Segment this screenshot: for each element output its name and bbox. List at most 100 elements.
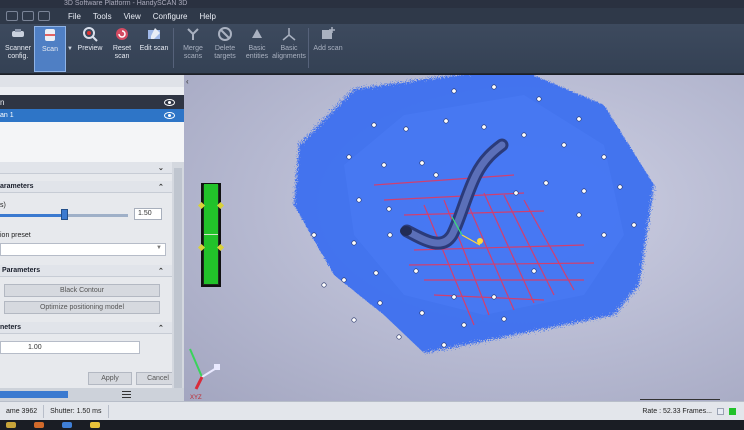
merge-scans-icon: [185, 26, 201, 42]
slider-label: s): [0, 202, 6, 209]
scan-render: [294, 75, 654, 353]
frame-counter: ame 3962: [0, 404, 45, 418]
preview-button[interactable]: Preview: [74, 26, 106, 72]
shutter-readout: Shutter: 1.50 ms: [44, 404, 109, 418]
meter-center-line: [204, 234, 218, 235]
reset-scan-button[interactable]: Reset scan: [106, 26, 138, 72]
black-contour-button[interactable]: Black Contour: [4, 284, 160, 297]
menu-bar: File Tools View Configure Help: [0, 8, 744, 24]
preview-label: Preview: [77, 45, 103, 52]
visibility-eye-icon[interactable]: [164, 98, 175, 106]
basic-alignments-icon: [281, 26, 297, 42]
basic-entities-label: Basic entities: [245, 45, 269, 60]
optimize-positioning-button[interactable]: Optimize positioning model: [4, 301, 160, 314]
basic-alignments-button[interactable]: Basic alignments: [272, 26, 306, 72]
merge-scans-label: Merge scans: [183, 45, 203, 60]
menu-view[interactable]: View: [118, 12, 147, 21]
basic-entities-button[interactable]: Basic entities: [241, 26, 273, 72]
taskbar-app-icon[interactable]: [6, 422, 16, 428]
scanner-config-button[interactable]: Scanner config.: [2, 26, 34, 72]
basic-alignments-label: Basic alignments: [272, 45, 306, 60]
chevron-up-icon: ⌃: [158, 324, 164, 332]
section-parameters-3-label: neters: [0, 324, 22, 331]
tree-item-session[interactable]: n: [0, 95, 184, 109]
window-title: 3D Software Platform - HandySCAN 3D: [0, 0, 744, 8]
visibility-eye-icon[interactable]: [164, 112, 175, 119]
add-scan-icon: [320, 26, 336, 42]
chevron-down-icon: ▼: [156, 245, 162, 251]
edit-scan-icon: [146, 26, 162, 42]
panel-footer: [0, 388, 184, 401]
reset-scan-label: Reset scan: [112, 45, 132, 60]
slider-fill: [0, 214, 64, 217]
os-taskbar: [0, 420, 744, 430]
collapsed-section[interactable]: ⌄: [0, 162, 172, 174]
scan-label: Scan: [42, 46, 58, 53]
toolbar-separator: [173, 28, 174, 68]
panel-scrollbar[interactable]: [172, 162, 184, 398]
section-parameters[interactable]: arameters ⌃: [0, 181, 172, 193]
tree-item-scan-1[interactable]: an 1: [0, 109, 184, 122]
reset-scan-icon: [114, 26, 130, 42]
scanner-config-label: Scanner config.: [4, 45, 32, 60]
chevron-down-icon: ⌄: [158, 164, 164, 172]
panel-header: [0, 75, 184, 87]
slider-handle[interactable]: [61, 209, 68, 220]
parameters-area: ⌄ arameters ⌃ s) 1.50 ion preset ▼ Param…: [0, 162, 180, 398]
save-icon[interactable]: [6, 11, 18, 21]
scan-icon: [42, 27, 58, 43]
scan-button[interactable]: Scan: [34, 26, 66, 72]
progress-bar: [0, 391, 68, 398]
3d-viewport[interactable]: ‹ XYZ: [184, 75, 744, 401]
scan-panel: n an 1 ⌄ arameters ⌃ s) 1.50 ion preset …: [0, 75, 184, 401]
edit-scan-button[interactable]: Edit scan: [138, 26, 170, 72]
status-indicator: [717, 407, 724, 415]
shutter-spinbox[interactable]: 1.50: [134, 208, 162, 220]
scanner-config-icon: [10, 26, 26, 42]
preset-dropdown[interactable]: ▼: [0, 243, 166, 256]
merge-scans-button[interactable]: Merge scans: [177, 26, 209, 72]
edit-scan-label: Edit scan: [139, 45, 169, 52]
taskbar-app-icon[interactable]: [90, 422, 100, 428]
taskbar-app-icon[interactable]: [34, 422, 44, 428]
frame-rate-readout: Rate : 52.33 Frames...: [642, 407, 712, 415]
quick-access-toolbar: [0, 11, 62, 21]
scan-dropdown-icon[interactable]: ▼: [66, 26, 74, 72]
toolbar-separator: [308, 28, 309, 68]
list-icon[interactable]: [122, 391, 131, 398]
status-bar: ame 3962 Shutter: 1.50 ms Rate : 52.33 F…: [0, 401, 744, 420]
tree-item-session-label: n: [0, 97, 5, 107]
undo-icon[interactable]: [22, 11, 34, 21]
add-scan-button[interactable]: Add scan: [312, 26, 344, 72]
apply-button[interactable]: Apply: [88, 372, 132, 385]
preset-label: ion preset: [0, 232, 31, 239]
taskbar-app-icon[interactable]: [62, 422, 72, 428]
basic-entities-icon: [249, 26, 265, 42]
ribbon-toolbar: Scanner config. Scan ▼ Preview Reset sca…: [0, 24, 744, 74]
delete-targets-button[interactable]: Delete targets: [209, 26, 241, 72]
delete-targets-label: Delete targets: [214, 45, 236, 60]
section-parameters-3[interactable]: neters ⌃: [0, 322, 172, 334]
menu-help[interactable]: Help: [193, 12, 221, 21]
status-indicator-green: [729, 407, 736, 415]
redo-icon[interactable]: [38, 11, 50, 21]
menu-configure[interactable]: Configure: [147, 12, 194, 21]
scan-distance-meter: [197, 183, 225, 287]
menu-tools[interactable]: Tools: [87, 12, 118, 21]
section-parameters-2[interactable]: Parameters ⌃: [0, 265, 172, 277]
section-parameters-label: arameters: [0, 183, 34, 190]
tree-item-scan-1-label: an 1: [0, 112, 14, 119]
status-right: Rate : 52.33 Frames...: [642, 407, 744, 415]
scale-bar: [640, 399, 720, 400]
add-scan-label: Add scan: [313, 45, 343, 52]
scrollbar-thumb[interactable]: [174, 168, 182, 394]
chevron-up-icon: ⌃: [158, 183, 164, 191]
chevron-up-icon: ⌃: [158, 267, 164, 275]
section-parameters-2-label: Parameters: [2, 267, 41, 274]
delete-targets-icon: [217, 26, 233, 42]
value-field[interactable]: 1.00: [0, 341, 140, 354]
preview-icon: [82, 26, 98, 42]
axes-gizmo: [189, 348, 220, 390]
tree-empty-area: [0, 122, 184, 162]
menu-file[interactable]: File: [62, 12, 87, 21]
